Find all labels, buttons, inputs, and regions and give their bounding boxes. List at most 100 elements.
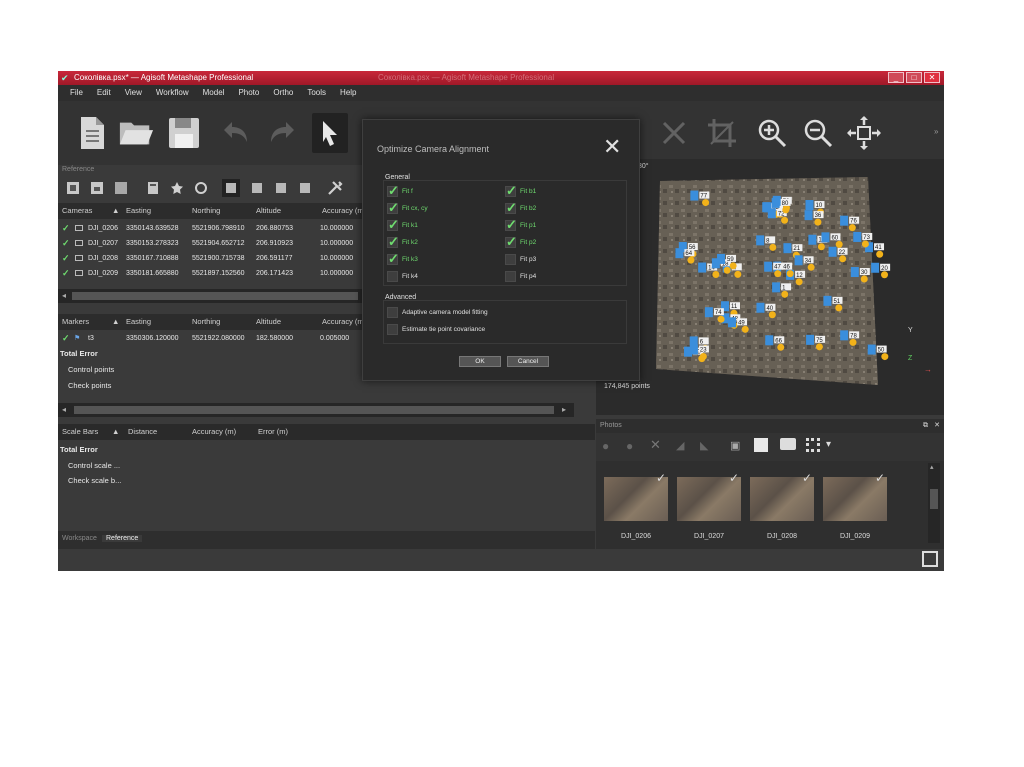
- rotate-left-icon[interactable]: ◢: [676, 439, 684, 452]
- close-pane-icon[interactable]: ✕: [934, 419, 940, 433]
- check-icon[interactable]: ✓: [62, 266, 70, 281]
- camera-glyph[interactable]: [804, 210, 813, 221]
- undo-icon[interactable]: [218, 113, 254, 153]
- checkbox-box[interactable]: [505, 254, 516, 265]
- marker-point[interactable]: [817, 243, 825, 251]
- check-icon[interactable]: ✓: [62, 331, 70, 346]
- option-fit-p2[interactable]: Fit p2: [505, 234, 536, 250]
- marker-point[interactable]: [815, 343, 823, 351]
- col-northing[interactable]: Northing: [192, 203, 220, 219]
- scroll-up-icon[interactable]: ▴: [930, 463, 934, 471]
- menu-photo[interactable]: Photo: [238, 85, 259, 101]
- camera-glyph[interactable]: [840, 330, 849, 341]
- camera-glyph[interactable]: [806, 334, 815, 345]
- zoom-in-icon[interactable]: [754, 113, 790, 153]
- marker-point[interactable]: [849, 338, 857, 346]
- camera-glyph[interactable]: [764, 261, 773, 272]
- marker-point[interactable]: [712, 271, 720, 279]
- checkbox-box[interactable]: [505, 183, 517, 199]
- col-altitude[interactable]: Altitude: [256, 314, 281, 330]
- camera-glyph[interactable]: [756, 235, 765, 246]
- camera-glyph[interactable]: [823, 295, 832, 306]
- calculator-icon[interactable]: [144, 179, 162, 197]
- marker-point[interactable]: [807, 263, 815, 271]
- check-circle-icon[interactable]: ●: [602, 439, 609, 453]
- col-accuracy[interactable]: Accuracy (m): [192, 424, 236, 440]
- marker-point[interactable]: [687, 256, 695, 264]
- marker-point[interactable]: [795, 278, 803, 286]
- col-accuracy[interactable]: Accuracy (m: [322, 203, 364, 219]
- marker-point[interactable]: [781, 290, 789, 298]
- view-variance-icon[interactable]: [296, 179, 314, 197]
- scrollbar-thumb[interactable]: [74, 406, 554, 414]
- marker-point[interactable]: [769, 243, 777, 251]
- close-window-button[interactable]: ✕: [924, 72, 940, 83]
- col-altitude[interactable]: Altitude: [256, 203, 281, 219]
- camera-glyph[interactable]: [853, 231, 862, 242]
- new-document-icon[interactable]: [74, 113, 110, 153]
- view-errors-icon[interactable]: [272, 179, 290, 197]
- option-fit-p3[interactable]: Fit p3: [505, 254, 536, 265]
- photo-thumbnail[interactable]: ✓: [750, 471, 814, 521]
- marker-point[interactable]: [781, 216, 789, 224]
- markers-scrollbar[interactable]: ◂ ▸: [58, 403, 574, 417]
- camera-glyph[interactable]: [867, 344, 876, 355]
- cancel-button[interactable]: Cancel: [507, 356, 549, 367]
- marker-point[interactable]: [741, 325, 749, 333]
- option-fit-k1[interactable]: Fit k1: [387, 217, 418, 233]
- redo-icon[interactable]: [264, 113, 300, 153]
- checkbox-box[interactable]: [387, 307, 398, 318]
- scroll-right-icon[interactable]: ▸: [562, 405, 566, 414]
- minimize-button[interactable]: _: [888, 72, 904, 83]
- convert-icon[interactable]: [112, 179, 130, 197]
- marker-point[interactable]: [734, 270, 742, 278]
- model-view[interactable]: 1468101112131418192021222330343639404146…: [596, 159, 944, 415]
- marker-point[interactable]: [848, 224, 856, 232]
- photos-scrollbar[interactable]: ▴: [928, 463, 940, 543]
- filter-icon[interactable]: [780, 438, 796, 450]
- col-markers[interactable]: Markers: [62, 314, 89, 330]
- col-accuracy[interactable]: Accuracy (m: [322, 314, 364, 330]
- settings-tools-icon[interactable]: [326, 179, 344, 197]
- delete-icon[interactable]: [656, 113, 692, 153]
- check-icon[interactable]: ✓: [62, 221, 70, 236]
- export-icon[interactable]: [88, 179, 106, 197]
- photo-thumbnail[interactable]: ✓: [823, 471, 887, 521]
- checkbox-box[interactable]: [505, 271, 516, 282]
- checkbox-box[interactable]: [505, 217, 517, 233]
- checkbox-box[interactable]: [387, 324, 398, 335]
- checkbox-box[interactable]: [387, 234, 399, 250]
- binoculars-icon[interactable]: ▣: [730, 439, 740, 452]
- marker-point[interactable]: [881, 353, 889, 361]
- menu-edit[interactable]: Edit: [97, 85, 111, 101]
- camera-glyph[interactable]: [675, 248, 684, 259]
- camera-glyph[interactable]: [840, 215, 849, 226]
- layout-icon[interactable]: [922, 551, 938, 567]
- star-icon[interactable]: [168, 179, 186, 197]
- camera-glyph[interactable]: [728, 317, 737, 328]
- checkbox-box[interactable]: [505, 200, 517, 216]
- marker-point[interactable]: [814, 218, 822, 226]
- camera-glyph[interactable]: [689, 344, 698, 355]
- col-scale-bars[interactable]: Scale Bars: [62, 424, 98, 440]
- option-fit-cx-cy[interactable]: Fit cx, cy: [387, 200, 428, 216]
- marker-point[interactable]: [702, 199, 710, 207]
- marker-point[interactable]: [717, 315, 725, 323]
- marker-point[interactable]: [729, 262, 737, 270]
- photo-thumbnail[interactable]: ✓: [604, 471, 668, 521]
- camera-glyph[interactable]: [828, 246, 837, 257]
- marker-point[interactable]: [861, 240, 869, 248]
- maximize-button[interactable]: □: [906, 72, 922, 83]
- camera-glyph[interactable]: [717, 253, 726, 264]
- refresh-icon[interactable]: [192, 179, 210, 197]
- camera-glyph[interactable]: [772, 282, 781, 293]
- dialog-close-button[interactable]: ✕: [603, 136, 621, 158]
- option-fit-k3[interactable]: Fit k3: [387, 251, 418, 267]
- marker-point[interactable]: [768, 311, 776, 319]
- camera-glyph[interactable]: [756, 302, 765, 313]
- view-estimated-icon[interactable]: [248, 179, 266, 197]
- minus-circle-icon[interactable]: ●: [626, 439, 633, 453]
- menu-file[interactable]: File: [70, 85, 83, 101]
- reset-view-icon[interactable]: [846, 113, 882, 153]
- marker-point[interactable]: [777, 343, 785, 351]
